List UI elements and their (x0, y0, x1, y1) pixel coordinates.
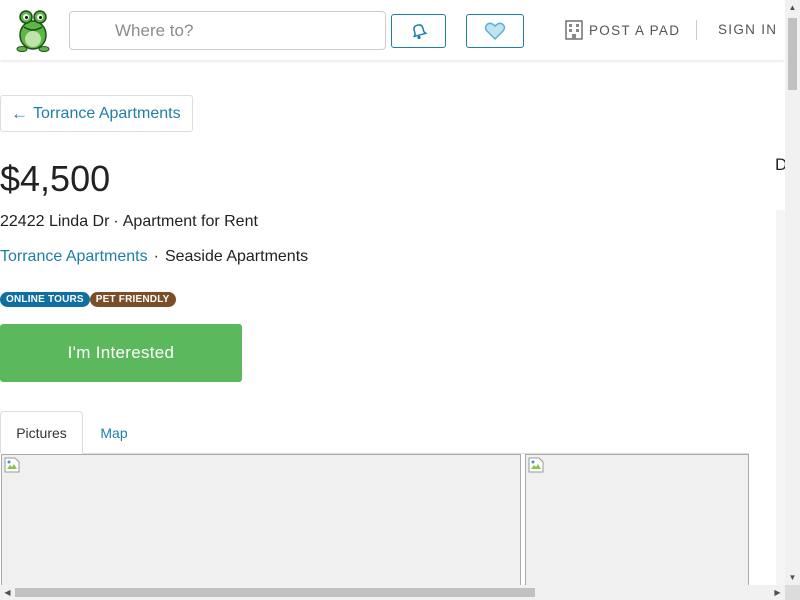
horizontal-scrollbar[interactable]: ◀ ▶ (0, 585, 785, 600)
back-to-city-button[interactable]: ← Torrance Apartments (0, 95, 193, 132)
vertical-scrollbar[interactable]: ▲ ▼ (785, 0, 800, 585)
left-arrow-icon: ← (11, 103, 28, 123)
scroll-right-icon[interactable]: ▶ (770, 585, 785, 600)
top-header: POST A PAD SIGN IN (0, 0, 785, 60)
post-a-pad-link[interactable]: POST A PAD (565, 20, 680, 40)
feature-badges: ONLINE TOURS PET FRIENDLY (0, 292, 176, 307)
scroll-up-icon[interactable]: ▲ (785, 0, 800, 15)
broken-image-icon (4, 457, 20, 473)
scroll-left-icon[interactable]: ◀ (0, 585, 15, 600)
alerts-button[interactable] (391, 14, 446, 48)
header-divider (696, 20, 697, 40)
vertical-scroll-thumb[interactable] (788, 18, 797, 90)
tab-pictures[interactable]: Pictures (0, 411, 83, 454)
broken-image-icon (528, 457, 544, 473)
sign-in-link[interactable]: SIGN IN (718, 22, 777, 37)
post-a-pad-label: POST A PAD (589, 22, 681, 38)
frog-logo-icon[interactable] (14, 8, 52, 52)
right-column-panel (776, 210, 785, 585)
building-icon (565, 20, 583, 40)
side-photo[interactable] (525, 454, 749, 600)
listing-address-line: 22422 Linda Dr · Apartment for Rent (0, 213, 258, 231)
complex-name: Seaside Apartments (164, 248, 309, 265)
pet-friendly-badge: PET FRIENDLY (89, 292, 176, 307)
interested-button[interactable]: I'm Interested (0, 324, 242, 382)
heart-icon (484, 22, 506, 41)
listing-address: 22422 Linda Dr (0, 213, 110, 230)
online-tours-badge: ONLINE TOURS (0, 292, 90, 307)
scroll-down-icon[interactable]: ▼ (785, 570, 800, 585)
bell-icon (412, 24, 427, 40)
horizontal-scroll-thumb[interactable] (15, 588, 535, 597)
separator-dot: · (113, 213, 119, 230)
media-tabs: Pictures Map (0, 411, 749, 454)
separator-dot: · (153, 248, 159, 265)
search-input[interactable] (70, 12, 385, 49)
city-apartments-link[interactable]: Torrance Apartments (0, 248, 148, 266)
listing-type: Apartment for Rent (122, 213, 258, 230)
favorites-button[interactable] (466, 14, 524, 48)
scrollbar-corner (785, 585, 800, 600)
listing-links-line: Torrance Apartments · Seaside Apartments (0, 248, 308, 266)
listing-price: $4,500 (0, 158, 111, 199)
back-to-city-label: Torrance Apartments (33, 104, 181, 122)
main-photo[interactable] (1, 454, 521, 600)
tab-map[interactable]: Map (86, 411, 142, 454)
search-box[interactable] (69, 11, 386, 50)
